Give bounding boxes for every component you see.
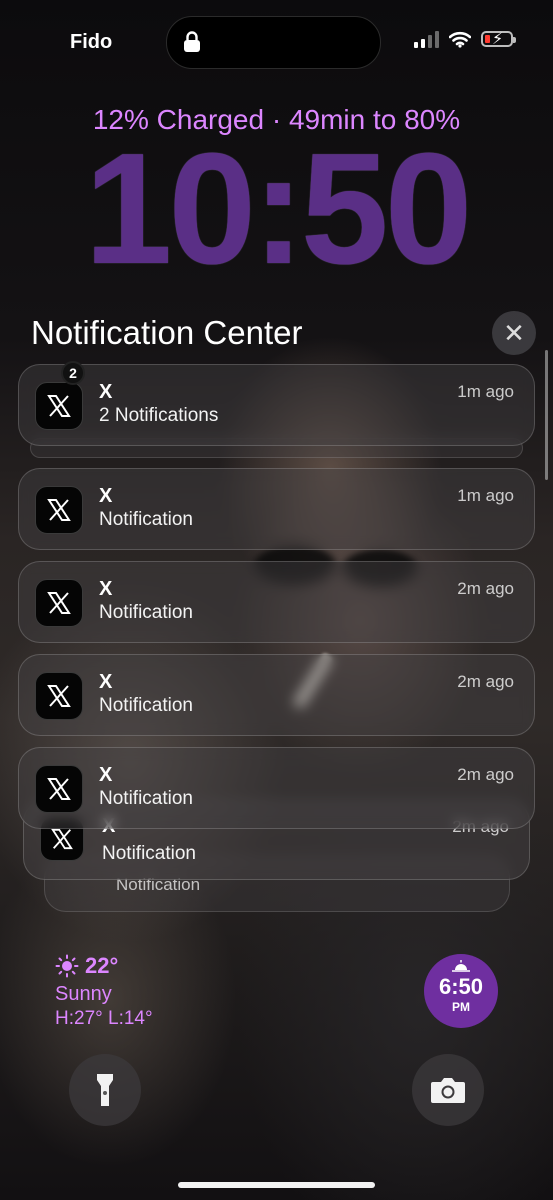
notification-card[interactable]: X Notification 2m ago: [18, 561, 535, 643]
camera-icon: [431, 1078, 465, 1103]
notification-time: 2m ago: [457, 579, 514, 598]
notification-body: Notification: [99, 602, 193, 623]
lock-screen-clock: 10:50: [84, 121, 472, 297]
notification-center-title: Notification Center: [31, 314, 303, 351]
notification-body: 2 Notifications: [99, 405, 219, 426]
weather-widget[interactable]: 22° Sunny H:27° L:14°: [55, 953, 153, 1030]
notification-count-badge: 2: [61, 361, 85, 385]
clear-notifications-button[interactable]: ✕: [492, 311, 536, 355]
notification-time: 2m ago: [457, 765, 514, 784]
x-app-icon: [35, 382, 83, 430]
flashlight-icon: [97, 1074, 113, 1106]
notification-group-x[interactable]: 2 X 2 Notifications 1m ago: [18, 361, 535, 446]
battery-charging-icon: ⚡: [481, 31, 516, 48]
home-indicator[interactable]: [178, 1182, 375, 1188]
notification-card[interactable]: X Notification 2m ago: [18, 747, 535, 829]
notification-app-name: X: [99, 764, 113, 786]
scrollbar[interactable]: [545, 350, 548, 480]
sunset-icon: [452, 960, 470, 972]
sunset-widget[interactable]: 6:50 PM: [424, 954, 498, 1028]
wifi-icon: [449, 31, 471, 48]
notification-app-name: X: [99, 671, 113, 693]
x-app-icon: [35, 579, 83, 627]
x-app-icon: [35, 672, 83, 720]
status-icons: ⚡: [414, 30, 516, 48]
weather-high-low: H:27° L:14°: [55, 1008, 153, 1029]
notification-card[interactable]: X Notification 2m ago: [18, 654, 535, 736]
sun-icon: [55, 954, 79, 978]
sunset-period: PM: [452, 1000, 470, 1014]
flashlight-button[interactable]: [69, 1054, 141, 1126]
notification-app-name: X: [99, 381, 113, 403]
notification-body: Notification: [99, 695, 193, 716]
cellular-signal-icon: [414, 30, 439, 48]
lock-icon: [184, 31, 200, 52]
x-app-icon: [35, 765, 83, 813]
close-icon: ✕: [503, 317, 525, 348]
x-app-icon: [35, 486, 83, 534]
notification-card[interactable]: X Notification 1m ago: [18, 468, 535, 550]
notification-time: 1m ago: [457, 382, 514, 401]
notification-app-name: X: [99, 485, 113, 507]
sunset-time: 6:50: [438, 974, 484, 999]
notification-body: Notification: [99, 788, 193, 809]
weather-condition: Sunny: [55, 983, 112, 1005]
notification-app-name: X: [99, 578, 113, 600]
dynamic-island: [166, 16, 381, 69]
notification-body: Notification: [102, 843, 196, 864]
notification-time: 1m ago: [457, 486, 514, 505]
carrier-name: Fido: [70, 31, 113, 53]
notification-time: 2m ago: [457, 672, 514, 691]
weather-temperature: 22°: [85, 953, 119, 978]
camera-button[interactable]: [412, 1054, 484, 1126]
notification-body: Notification: [99, 509, 193, 530]
